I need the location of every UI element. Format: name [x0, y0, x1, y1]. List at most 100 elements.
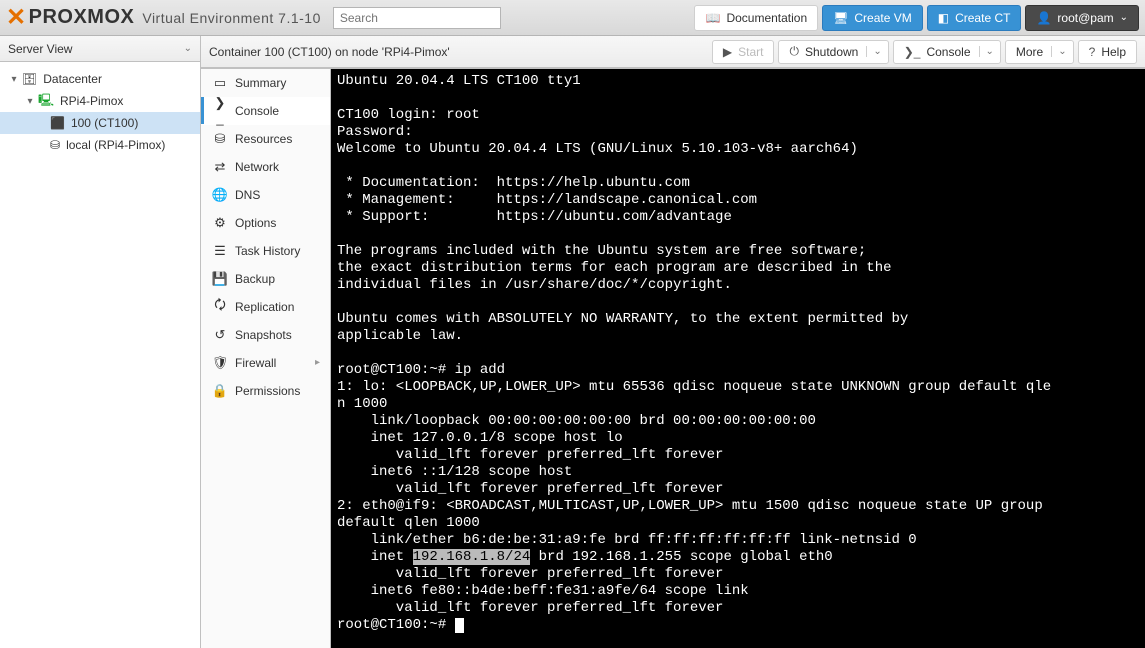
- console-line: individual files in /usr/share/doc/*/cop…: [337, 277, 732, 293]
- start-label: Start: [738, 45, 763, 59]
- shutdown-button[interactable]: ⏻ Shutdown ⌄: [778, 40, 888, 64]
- brand-logo: ✕ PROXMOX Virtual Environment 7.1-10: [6, 3, 321, 32]
- page-title: Container 100 (CT100) on node 'RPi4-Pimo…: [209, 45, 708, 59]
- console-line: Welcome to Ubuntu 20.04.4 LTS (GNU/Linux…: [337, 141, 858, 157]
- play-icon: ▶: [723, 45, 732, 59]
- console-line: * Documentation: https://help.ubuntu.com: [337, 175, 690, 191]
- side-label: Replication: [235, 300, 294, 314]
- user-menu-button[interactable]: 👤 root@pam ⌄: [1025, 5, 1139, 31]
- side-item-console[interactable]: ❯_Console: [201, 97, 330, 125]
- console-line: root@CT100:~#: [337, 617, 455, 633]
- chevron-down-icon: ⌄: [1120, 12, 1128, 23]
- side-label: Backup: [235, 272, 275, 286]
- side-item-dns[interactable]: 🌐DNS: [201, 181, 330, 209]
- collapse-icon[interactable]: ▾: [24, 96, 36, 107]
- side-item-replication[interactable]: 🗘 Replication: [201, 293, 330, 321]
- more-label: More: [1016, 45, 1043, 59]
- server-icon: 🖳: [38, 91, 54, 112]
- console-highlight-ip: 192.168.1.8/24: [413, 549, 531, 565]
- tree-item-storage-local[interactable]: ⛁ local (RPi4-Pimox): [0, 134, 200, 156]
- create-vm-button[interactable]: 🖥 Create VM: [822, 5, 923, 31]
- list-icon: ☰: [211, 243, 229, 259]
- terminal-cursor: [455, 618, 464, 633]
- side-item-network[interactable]: ⇄Network: [201, 153, 330, 181]
- side-label: Options: [235, 216, 276, 230]
- tree-item-datacenter[interactable]: ▾ 🗄 Datacenter: [0, 68, 200, 90]
- replication-icon: 🗘: [211, 296, 229, 318]
- cube-icon: ◧: [938, 11, 949, 25]
- help-icon: ?: [1089, 45, 1096, 59]
- chevron-down-icon[interactable]: ⌄: [1051, 46, 1072, 57]
- console-terminal[interactable]: Ubuntu 20.04.4 LTS CT100 tty1 CT100 logi…: [331, 69, 1145, 648]
- globe-icon: 🌐: [211, 187, 229, 203]
- user-label: root@pam: [1057, 11, 1113, 25]
- search-container: [333, 7, 501, 29]
- side-item-summary[interactable]: ▭Summary: [201, 69, 330, 97]
- side-item-permissions[interactable]: 🔒Permissions: [201, 377, 330, 405]
- right-panel: Container 100 (CT100) on node 'RPi4-Pimo…: [201, 36, 1145, 648]
- tree-item-ct100[interactable]: ⬛ 100 (CT100): [0, 112, 200, 134]
- side-item-task-history[interactable]: ☰ Task History: [201, 237, 330, 265]
- console-line: link/loopback 00:00:00:00:00:00 brd 00:0…: [337, 413, 816, 429]
- side-item-backup[interactable]: 💾 Backup: [201, 265, 330, 293]
- side-item-firewall[interactable]: 🛡Firewall▸: [201, 349, 330, 377]
- console-line: valid_lft forever preferred_lft forever: [337, 566, 723, 582]
- console-line: Ubuntu 20.04.4 LTS CT100 tty1: [337, 73, 581, 89]
- console-line: n 1000: [337, 396, 387, 412]
- search-input[interactable]: [333, 7, 501, 29]
- console-line: * Management: https://landscape.canonica…: [337, 192, 757, 208]
- network-icon: ⇄: [211, 159, 229, 175]
- monitor-icon: 🖥: [833, 11, 848, 25]
- console-line: root@CT100:~# ip add: [337, 362, 505, 378]
- create-ct-label: Create CT: [955, 11, 1010, 25]
- collapse-icon[interactable]: ▾: [8, 74, 20, 85]
- power-icon: ⏻: [789, 44, 799, 59]
- side-nav: ▭Summary ❯_Console ⛁ Resources ⇄Network 🌐…: [201, 69, 331, 648]
- side-label: Task History: [235, 244, 300, 258]
- tree-label: RPi4-Pimox: [60, 94, 123, 108]
- console-line: CT100 login: root: [337, 107, 480, 123]
- side-label: Firewall: [235, 356, 276, 370]
- history-icon: ↺: [211, 327, 229, 343]
- console-line: Password:: [337, 124, 413, 140]
- chevron-down-icon[interactable]: ⌄: [866, 46, 887, 57]
- chevron-down-icon: ⌄: [184, 43, 192, 54]
- console-line: inet: [337, 549, 413, 565]
- resources-icon: ⛁: [211, 131, 229, 147]
- tree-label: Datacenter: [43, 72, 102, 86]
- side-label: Summary: [235, 76, 286, 90]
- console-line: valid_lft forever preferred_lft forever: [337, 600, 723, 616]
- console-line: 2: eth0@if9: <BROADCAST,MULTICAST,UP,LOW…: [337, 498, 1051, 514]
- logo-x-icon: ✕: [6, 3, 27, 32]
- save-icon: 💾: [211, 271, 229, 287]
- console-line: brd 192.168.1.255 scope global eth0: [530, 549, 832, 565]
- lock-icon: 🔒: [211, 383, 229, 399]
- view-selector[interactable]: Server View ⌄: [0, 36, 200, 62]
- content-toolbar: Container 100 (CT100) on node 'RPi4-Pimo…: [201, 36, 1145, 68]
- console-line: applicable law.: [337, 328, 463, 344]
- side-item-snapshots[interactable]: ↺Snapshots: [201, 321, 330, 349]
- side-item-options[interactable]: ⚙Options: [201, 209, 330, 237]
- more-button[interactable]: More ⌄: [1005, 40, 1074, 64]
- console-button[interactable]: ❯_ Console ⌄: [893, 40, 1001, 64]
- console-line: default qlen 1000: [337, 515, 480, 531]
- top-header: ✕ PROXMOX Virtual Environment 7.1-10 📖 D…: [0, 0, 1145, 36]
- brand-text: PROXMOX: [29, 6, 135, 29]
- tree-item-node[interactable]: ▾ 🖳 RPi4-Pimox: [0, 90, 200, 112]
- resource-tree: ▾ 🗄 Datacenter ▾ 🖳 RPi4-Pimox ⬛ 100 (CT1…: [0, 62, 200, 648]
- create-ct-button[interactable]: ◧ Create CT: [927, 5, 1022, 31]
- doc-label: Documentation: [726, 11, 807, 25]
- user-icon: 👤: [1036, 11, 1051, 25]
- console-line: link/ether b6:de:be:31:a9:fe brd ff:ff:f…: [337, 532, 917, 548]
- side-label: Resources: [235, 132, 292, 146]
- console-line: * Support: https://ubuntu.com/advantage: [337, 209, 732, 225]
- tree-label: 100 (CT100): [71, 116, 138, 130]
- start-button[interactable]: ▶ Start: [712, 40, 775, 64]
- chevron-down-icon[interactable]: ⌄: [979, 46, 1000, 57]
- terminal-icon: ❯_: [211, 95, 229, 126]
- help-button[interactable]: ? Help: [1078, 40, 1137, 64]
- side-item-resources[interactable]: ⛁ Resources: [201, 125, 330, 153]
- documentation-button[interactable]: 📖 Documentation: [694, 5, 818, 31]
- console-line: inet6 ::1/128 scope host: [337, 464, 572, 480]
- shield-icon: 🛡: [211, 355, 229, 371]
